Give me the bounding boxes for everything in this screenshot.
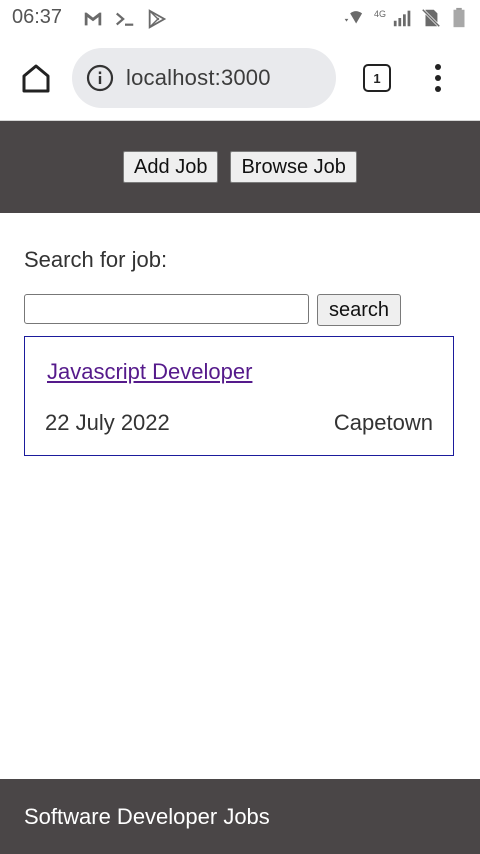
battery-icon xyxy=(453,7,465,28)
tab-count: 1 xyxy=(373,70,381,86)
info-icon[interactable] xyxy=(86,64,114,92)
menu-dot xyxy=(435,86,441,92)
url-text[interactable]: localhost:3000 xyxy=(126,65,271,91)
tab-switcher-button[interactable]: 1 xyxy=(363,64,391,92)
gmail-icon xyxy=(84,12,102,26)
search-input[interactable] xyxy=(24,294,309,324)
status-right-icons: 4G xyxy=(336,7,470,29)
menu-dot xyxy=(435,64,441,70)
menu-dot xyxy=(435,75,441,81)
page-footer: Software Developer Jobs xyxy=(0,779,480,854)
search-label: Search for job: xyxy=(24,247,168,272)
search-button[interactable]: search xyxy=(317,294,401,326)
browse-job-button[interactable]: Browse Job xyxy=(230,151,357,183)
add-job-button[interactable]: Add Job xyxy=(123,151,219,183)
no-sim-icon xyxy=(421,8,441,28)
wifi-icon xyxy=(342,11,363,24)
status-bar: 06:37 4G xyxy=(0,0,480,36)
home-icon[interactable] xyxy=(18,60,54,96)
address-bar[interactable]: localhost:3000 xyxy=(72,48,336,108)
overflow-menu-icon[interactable] xyxy=(428,64,448,92)
page-header: Add Job Browse Job xyxy=(0,121,480,213)
screen: 06:37 4G localhost:3000 1 Add Job Browse… xyxy=(0,0,480,854)
job-location: Capetown xyxy=(333,410,433,435)
status-left-icons xyxy=(82,8,168,30)
cell-signal-icon xyxy=(393,10,411,27)
network-type: 4G xyxy=(373,9,386,19)
status-time: 06:37 xyxy=(12,6,63,28)
job-card: Javascript Developer 22 July 2022 Capeto… xyxy=(24,336,454,456)
browser-toolbar: localhost:3000 1 xyxy=(0,36,480,121)
footer-text: Software Developer Jobs xyxy=(24,804,270,829)
terminal-icon xyxy=(116,12,134,26)
job-title-link[interactable]: Javascript Developer xyxy=(47,359,252,385)
job-date: 22 July 2022 xyxy=(45,410,170,435)
play-store-icon xyxy=(148,9,167,29)
